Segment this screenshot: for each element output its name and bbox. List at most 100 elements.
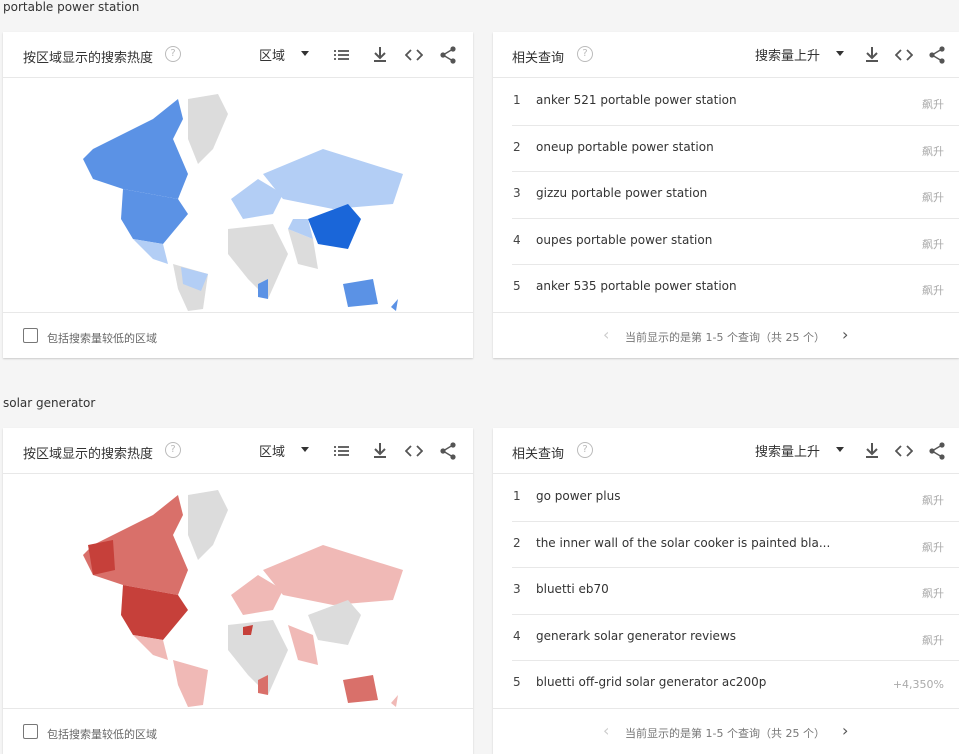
pagination: ‹ 当前显示的是第 1-5 个查询（共 25 个） ›	[493, 708, 959, 754]
query-text[interactable]: go power plus	[536, 489, 621, 503]
caret-down-icon	[836, 447, 844, 452]
list-icon[interactable]	[333, 45, 351, 65]
card-header: 相关查询 ? 搜索量上升	[493, 32, 959, 78]
query-text[interactable]: generark solar generator reviews	[536, 629, 736, 643]
query-row[interactable]: 2 the inner wall of the solar cooker is …	[512, 522, 959, 569]
query-growth: +4,350%	[892, 678, 944, 692]
query-rank: 1	[513, 489, 521, 503]
card-header: 按区域显示的搜索热度 ? 区域	[3, 32, 473, 78]
download-icon[interactable]	[864, 441, 880, 461]
card-footer: 包括搜索量较低的区域	[3, 708, 473, 754]
query-rank: 5	[513, 675, 521, 690]
query-list: 1 go power plus 飙升 2 the inner wall of t…	[512, 475, 959, 708]
chevron-left-icon[interactable]: ‹	[603, 721, 609, 740]
query-growth: 飙升	[922, 98, 944, 111]
help-icon[interactable]: ?	[577, 442, 593, 458]
query-growth: 飙升	[922, 494, 944, 507]
query-rank: 2	[513, 139, 521, 154]
interest-by-region-card: 按区域显示的搜索热度 ? 区域 包括搜索量较低的区域	[3, 428, 473, 754]
query-growth: 飙升	[922, 144, 944, 158]
world-map[interactable]	[3, 79, 473, 311]
card-header: 相关查询 ? 搜索量上升	[493, 428, 959, 474]
help-icon[interactable]: ?	[577, 46, 593, 62]
section-title: solar generator	[3, 396, 96, 410]
related-queries-card: 相关查询 ? 搜索量上升 1 go power plus 飙升 2 the in…	[493, 428, 959, 754]
query-row[interactable]: 1 go power plus 飙升	[512, 475, 959, 522]
query-growth: 飙升	[922, 633, 944, 647]
related-queries-card: 相关查询 ? 搜索量上升 1 anker 521 portable power …	[493, 32, 959, 358]
query-growth: 飙升	[922, 540, 944, 554]
query-list: 1 anker 521 portable power station 飙升 2 …	[512, 79, 959, 312]
pagination: ‹ 当前显示的是第 1-5 个查询（共 25 个） ›	[493, 312, 959, 358]
chevron-left-icon[interactable]: ‹	[603, 325, 609, 344]
query-row[interactable]: 3 bluetti eb70 飙升	[512, 568, 959, 615]
download-icon[interactable]	[372, 45, 388, 65]
caret-down-icon	[301, 51, 309, 56]
embed-code-icon[interactable]	[895, 45, 913, 65]
query-growth: 飙升	[922, 587, 944, 601]
caret-down-icon	[301, 447, 309, 452]
share-icon[interactable]	[928, 441, 946, 461]
embed-code-icon[interactable]	[405, 441, 423, 461]
query-row[interactable]: 5 anker 535 portable power station 飙升	[512, 265, 959, 312]
chevron-right-icon[interactable]: ›	[842, 325, 848, 344]
query-text[interactable]: oupes portable power station	[536, 233, 712, 247]
query-text[interactable]: bluetti eb70	[536, 582, 609, 596]
query-rank: 4	[513, 232, 521, 247]
pagination-status: 当前显示的是第 1-5 个查询（共 25 个）	[625, 331, 825, 344]
share-icon[interactable]	[928, 45, 946, 65]
query-row[interactable]: 2 oneup portable power station 飙升	[512, 126, 959, 173]
card-header: 按区域显示的搜索热度 ? 区域	[3, 428, 473, 474]
query-rank: 5	[513, 279, 521, 294]
region-dropdown[interactable]: 区域	[259, 441, 309, 461]
region-dropdown-label: 区域	[259, 49, 286, 64]
help-icon[interactable]: ?	[165, 46, 181, 62]
query-text[interactable]: bluetti off-grid solar generator ac200p	[536, 675, 766, 689]
download-icon[interactable]	[864, 45, 880, 65]
query-growth: 飙升	[922, 191, 944, 205]
query-row[interactable]: 3 gizzu portable power station 飙升	[512, 172, 959, 219]
region-dropdown[interactable]: 区域	[259, 45, 309, 65]
pagination-status: 当前显示的是第 1-5 个查询（共 25 个）	[625, 727, 825, 740]
query-text[interactable]: gizzu portable power station	[536, 186, 707, 200]
card-title: 相关查询	[512, 51, 565, 66]
world-map[interactable]	[3, 475, 473, 707]
share-icon[interactable]	[439, 45, 457, 65]
embed-code-icon[interactable]	[405, 45, 423, 65]
card-title: 相关查询	[512, 447, 565, 462]
low-volume-checkbox[interactable]	[23, 724, 38, 739]
region-dropdown-label: 区域	[259, 445, 286, 460]
query-text[interactable]: the inner wall of the solar cooker is pa…	[536, 536, 830, 550]
query-rank: 1	[513, 93, 521, 107]
section-title: portable power station	[3, 0, 140, 14]
query-growth: 飙升	[922, 284, 944, 298]
query-row[interactable]: 4 oupes portable power station 飙升	[512, 219, 959, 266]
share-icon[interactable]	[439, 441, 457, 461]
chevron-right-icon[interactable]: ›	[842, 721, 848, 740]
caret-down-icon	[836, 51, 844, 56]
query-rank: 3	[513, 186, 521, 201]
query-rank: 3	[513, 582, 521, 597]
low-volume-label: 包括搜索量较低的区域	[47, 728, 157, 741]
low-volume-label: 包括搜索量较低的区域	[47, 332, 157, 345]
card-title: 按区域显示的搜索热度	[23, 447, 154, 462]
download-icon[interactable]	[372, 441, 388, 461]
query-rank: 2	[513, 535, 521, 550]
rising-dropdown[interactable]: 搜索量上升	[755, 441, 844, 461]
query-row[interactable]: 4 generark solar generator reviews 飙升	[512, 615, 959, 662]
rising-dropdown-label: 搜索量上升	[755, 49, 821, 64]
query-text[interactable]: anker 535 portable power station	[536, 279, 737, 293]
query-row[interactable]: 1 anker 521 portable power station 飙升	[512, 79, 959, 126]
section-solar-generator: solar generator 按区域显示的搜索热度 ? 区域 包括搜索量较低的…	[0, 396, 959, 754]
list-icon[interactable]	[333, 441, 351, 461]
query-growth: 飙升	[922, 237, 944, 251]
rising-dropdown-label: 搜索量上升	[755, 445, 821, 460]
query-text[interactable]: anker 521 portable power station	[536, 93, 737, 107]
interest-by-region-card: 按区域显示的搜索热度 ? 区域 包括搜索量较低的区域	[3, 32, 473, 358]
low-volume-checkbox[interactable]	[23, 328, 38, 343]
query-row[interactable]: 5 bluetti off-grid solar generator ac200…	[512, 661, 959, 708]
embed-code-icon[interactable]	[895, 441, 913, 461]
help-icon[interactable]: ?	[165, 442, 181, 458]
rising-dropdown[interactable]: 搜索量上升	[755, 45, 844, 65]
query-text[interactable]: oneup portable power station	[536, 140, 714, 154]
